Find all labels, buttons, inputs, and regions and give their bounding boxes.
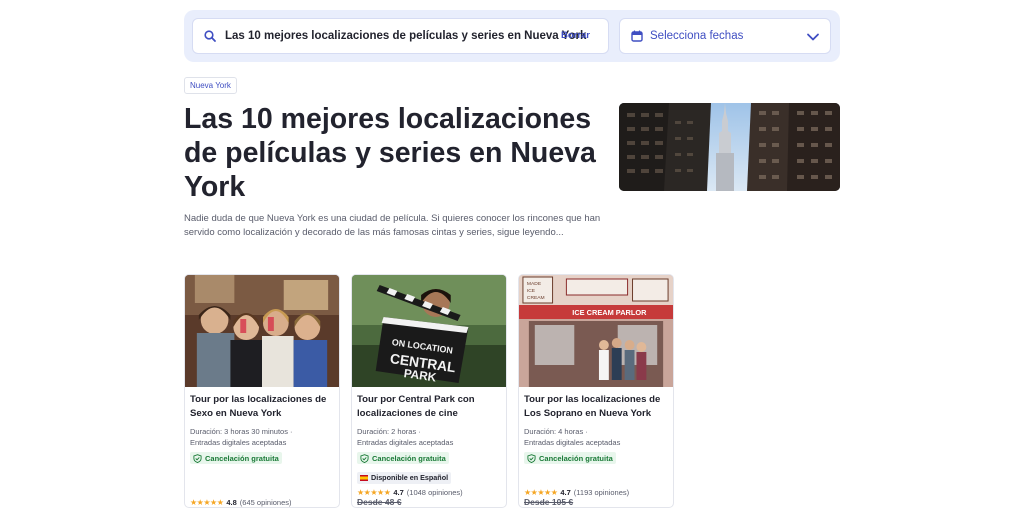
svg-text:ICE CREAM PARLOR: ICE CREAM PARLOR xyxy=(572,308,647,317)
tour-title: Tour por las localizaciones de Los Sopra… xyxy=(524,394,661,419)
tour-title: Tour por las localizaciones de Sexo en N… xyxy=(190,394,327,419)
chevron-down-icon[interactable] xyxy=(806,30,820,44)
free-cancellation-badge: Cancelación gratuita xyxy=(524,452,616,464)
tour-price: Desde 105 € xyxy=(524,497,574,507)
page-description: Nadie duda de que Nueva York es una ciud… xyxy=(184,213,601,238)
rating-value: 4.8 xyxy=(226,498,237,507)
tour-card[interactable]: Tour por las localizaciones de Sexo en N… xyxy=(184,274,340,508)
hero-image xyxy=(619,103,840,191)
search-input[interactable]: Las 10 mejores localizaciones de películ… xyxy=(192,18,609,54)
clear-button[interactable]: Borrar xyxy=(561,30,590,41)
svg-text:ICE: ICE xyxy=(527,288,536,294)
search-icon xyxy=(204,30,216,42)
tour-tickets: Entradas digitales aceptadas xyxy=(357,437,454,447)
badge-label: Cancelación gratuita xyxy=(372,453,446,463)
shield-check-icon xyxy=(193,453,202,463)
tour-title: Tour por Central Park con localizaciones… xyxy=(357,394,475,419)
tour-image: MADE ICE CREAM ICE CREAM PARLOR xyxy=(519,275,673,387)
location-tag[interactable]: Nueva York xyxy=(184,77,237,94)
free-cancellation-badge: Cancelación gratuita xyxy=(190,452,282,464)
tour-tickets: Entradas digitales aceptadas xyxy=(190,437,287,447)
star-rating-icon: ★★★★★ xyxy=(357,488,391,497)
svg-text:CREAM: CREAM xyxy=(527,295,545,301)
badge-label: Cancelación gratuita xyxy=(539,453,613,463)
tour-price: Desde 48 € xyxy=(357,497,402,507)
free-cancellation-badge: Cancelación gratuita xyxy=(357,452,449,464)
star-rating-icon: ★★★★★ xyxy=(524,488,558,497)
tour-rating: ★★★★★ 4.8 (645 opiniones) xyxy=(190,498,292,507)
tour-tickets: Entradas digitales aceptadas xyxy=(524,437,621,447)
shield-check-icon xyxy=(527,453,536,463)
review-count: (645 opiniones) xyxy=(239,498,292,507)
search-query: Las 10 mejores localizaciones de películ… xyxy=(225,30,587,42)
date-picker[interactable]: Selecciona fechas xyxy=(619,18,831,54)
date-placeholder: Selecciona fechas xyxy=(650,30,744,42)
tour-card[interactable]: MADE ICE CREAM ICE CREAM PARLOR Tour por… xyxy=(518,274,674,508)
calendar-icon xyxy=(631,30,643,42)
tour-image: ON LOCATION CENTRAL PARK xyxy=(352,275,506,387)
tour-image xyxy=(185,275,339,387)
search-bar: Las 10 mejores localizaciones de películ… xyxy=(184,10,840,62)
spain-flag-icon xyxy=(360,474,368,481)
tour-card[interactable]: ON LOCATION CENTRAL PARK Tour por Centra… xyxy=(351,274,507,508)
tour-duration: Duración: 2 horas · xyxy=(357,427,421,436)
review-count: (1193 opiniones) xyxy=(573,488,630,497)
rating-value: 4.7 xyxy=(393,488,404,497)
review-count: (1048 opiniones) xyxy=(406,488,463,497)
tour-rating: ★★★★★ 4.7 (1193 opiniones) xyxy=(524,488,629,497)
badge-label: Cancelación gratuita xyxy=(205,453,279,463)
language-badge: Disponible en Español xyxy=(357,471,452,484)
svg-text:MADE: MADE xyxy=(527,281,542,287)
language-label: Disponible en Español xyxy=(371,473,449,482)
page-title: Las 10 mejores localizaciones de películ… xyxy=(184,103,596,203)
tour-duration: Duración: 3 horas 30 minutos · xyxy=(190,427,293,436)
shield-check-icon xyxy=(360,453,369,463)
star-rating-icon: ★★★★★ xyxy=(190,498,224,507)
tour-rating: ★★★★★ 4.7 (1048 opiniones) xyxy=(357,488,463,497)
tour-duration: Duración: 4 horas · xyxy=(524,427,588,436)
rating-value: 4.7 xyxy=(560,488,571,497)
